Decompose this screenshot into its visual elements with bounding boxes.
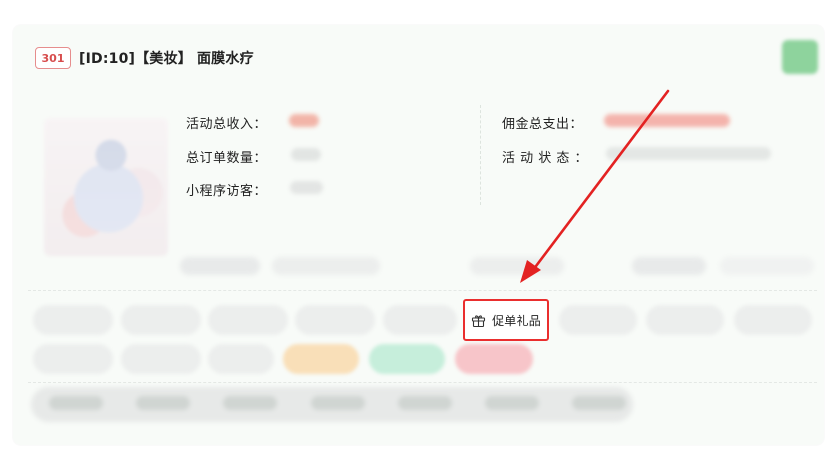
- bottom-bar-item-3: [223, 396, 277, 410]
- product-image: [44, 118, 168, 256]
- product-image-overlay: [44, 118, 168, 256]
- action-chip-2[interactable]: [121, 305, 201, 335]
- activity-title: [ID:10]【美妆】 面膜水疗: [79, 51, 254, 67]
- action-chip-5[interactable]: [383, 305, 457, 335]
- section-divider-bottom: [28, 382, 817, 383]
- id-badge: 301: [35, 47, 71, 69]
- gift-icon: [471, 313, 486, 328]
- section-divider-top: [28, 290, 817, 291]
- promo-gift-label: 促单礼品: [492, 313, 541, 328]
- metric-label-total-orders: 总订单数量：: [186, 151, 268, 166]
- bottom-bar-item-6: [485, 396, 539, 410]
- action-chip-4[interactable]: [295, 305, 375, 335]
- summary-item-1: [180, 257, 260, 275]
- action-chip-12[interactable]: [283, 344, 359, 374]
- canvas: 301 [ID:10]【美妆】 面膜水疗 活动总收入： 总订单数量： 小程序访客…: [0, 0, 837, 474]
- card-header: 301 [ID:10]【美妆】 面膜水疗: [35, 47, 254, 69]
- bottom-action-bar: [31, 387, 633, 422]
- action-chip-1[interactable]: [33, 305, 113, 335]
- action-chip-9[interactable]: [33, 344, 113, 374]
- gift-icon-svg: [472, 314, 486, 327]
- action-chip-6[interactable]: [559, 305, 637, 335]
- bottom-bar-item-2: [136, 396, 190, 410]
- summary-item-2: [272, 257, 380, 275]
- bottom-bar-item-5: [398, 396, 452, 410]
- status-indicator: [782, 40, 818, 74]
- action-chip-11[interactable]: [208, 344, 274, 374]
- metric-value-mini-program-visitors: [290, 181, 323, 194]
- action-chip-7[interactable]: [646, 305, 724, 335]
- summary-item-4: [632, 257, 706, 275]
- bottom-bar-item-4: [311, 396, 365, 410]
- promo-gift-button[interactable]: 促单礼品: [463, 299, 549, 341]
- metric-value-total-income: [289, 114, 319, 127]
- action-chip-14[interactable]: [455, 344, 533, 374]
- metric-label-commission-total: 佣金总支出：: [502, 117, 584, 132]
- metric-value-commission-total: [604, 114, 730, 127]
- metric-label-activity-status: 活 动 状 态 ：: [502, 151, 589, 166]
- metric-value-total-orders: [291, 148, 321, 161]
- action-chip-10[interactable]: [121, 344, 201, 374]
- metric-label-mini-program-visitors: 小程序访客：: [186, 184, 268, 199]
- action-chip-3[interactable]: [208, 305, 288, 335]
- bottom-bar-item-1: [49, 396, 103, 410]
- bottom-bar-item-7: [572, 396, 626, 410]
- action-chip-13[interactable]: [369, 344, 445, 374]
- metric-value-activity-status: [606, 147, 771, 160]
- summary-item-3: [470, 257, 564, 275]
- metric-label-total-income: 活动总收入：: [186, 117, 268, 132]
- summary-item-5: [720, 257, 814, 275]
- metrics-divider: [480, 105, 482, 205]
- summary-strip: [180, 257, 814, 279]
- action-chip-8[interactable]: [734, 305, 812, 335]
